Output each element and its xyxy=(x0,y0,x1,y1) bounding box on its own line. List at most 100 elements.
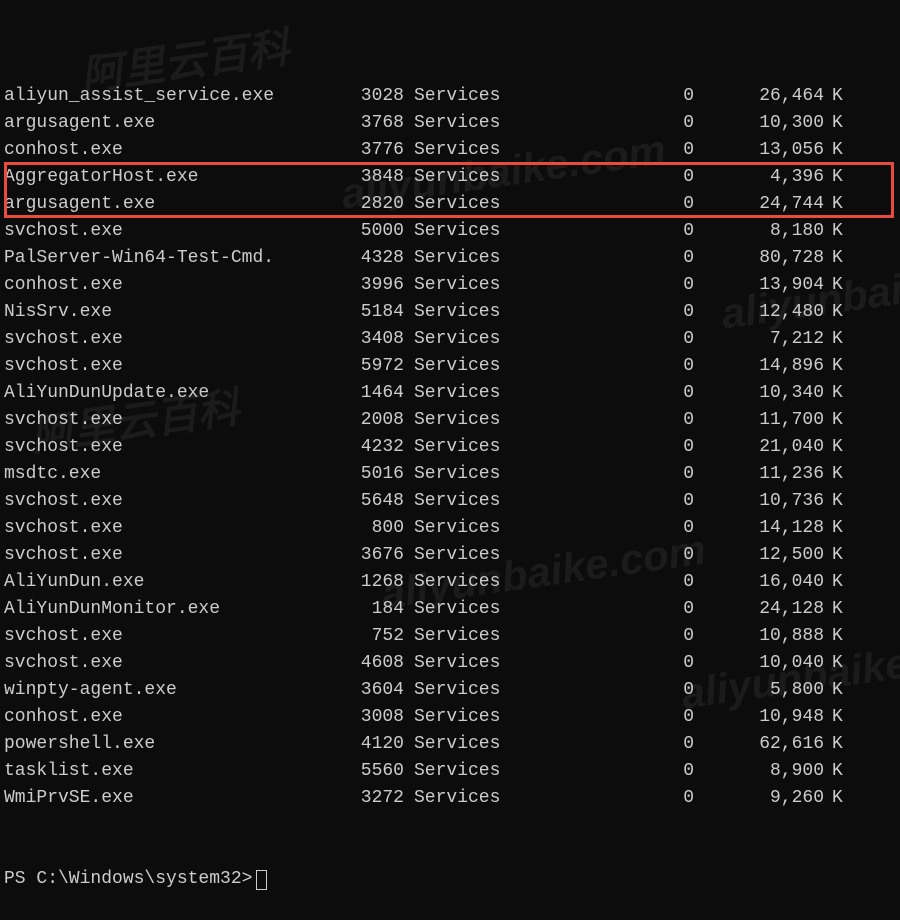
process-memory: 62,616 xyxy=(694,731,824,758)
process-memory-unit: K xyxy=(824,704,854,731)
process-pid: 752 xyxy=(344,623,404,650)
process-memory-unit: K xyxy=(824,326,854,353)
process-memory: 24,128 xyxy=(694,596,824,623)
process-session-num: 0 xyxy=(514,83,694,110)
process-memory: 10,040 xyxy=(694,650,824,677)
process-memory: 10,340 xyxy=(694,380,824,407)
process-row: AliYunDunMonitor.exe184Services024,128K xyxy=(4,596,896,623)
process-name: aliyun_assist_service.exe xyxy=(4,83,344,110)
process-session-num: 0 xyxy=(514,596,694,623)
process-session-num: 0 xyxy=(514,299,694,326)
prompt-text: PS C:\Windows\system32> xyxy=(4,866,252,893)
process-name: winpty-agent.exe xyxy=(4,677,344,704)
process-row: AggregatorHost.exe3848Services04,396K xyxy=(4,164,896,191)
process-name: svchost.exe xyxy=(4,515,344,542)
process-pid: 3776 xyxy=(344,137,404,164)
process-pid: 1268 xyxy=(344,569,404,596)
process-memory: 8,900 xyxy=(694,758,824,785)
process-session-num: 0 xyxy=(514,110,694,137)
process-session-num: 0 xyxy=(514,191,694,218)
process-pid: 3768 xyxy=(344,110,404,137)
process-memory-unit: K xyxy=(824,137,854,164)
process-name: NisSrv.exe xyxy=(4,299,344,326)
process-name: svchost.exe xyxy=(4,542,344,569)
process-row: svchost.exe800Services014,128K xyxy=(4,515,896,542)
process-memory: 12,480 xyxy=(694,299,824,326)
process-session: Services xyxy=(404,596,514,623)
process-session-num: 0 xyxy=(514,164,694,191)
process-session-num: 0 xyxy=(514,353,694,380)
process-session-num: 0 xyxy=(514,650,694,677)
process-memory: 11,700 xyxy=(694,407,824,434)
process-pid: 3996 xyxy=(344,272,404,299)
process-pid: 800 xyxy=(344,515,404,542)
process-session: Services xyxy=(404,110,514,137)
process-session: Services xyxy=(404,569,514,596)
process-memory-unit: K xyxy=(824,650,854,677)
process-memory-unit: K xyxy=(824,299,854,326)
process-memory: 21,040 xyxy=(694,434,824,461)
process-session: Services xyxy=(404,272,514,299)
process-row: AliYunDun.exe1268Services016,040K xyxy=(4,569,896,596)
process-memory-unit: K xyxy=(824,191,854,218)
process-session: Services xyxy=(404,137,514,164)
process-pid: 5648 xyxy=(344,488,404,515)
process-name: AliYunDunMonitor.exe xyxy=(4,596,344,623)
process-session-num: 0 xyxy=(514,407,694,434)
process-row: aliyun_assist_service.exe3028Services026… xyxy=(4,83,896,110)
process-memory-unit: K xyxy=(824,731,854,758)
process-memory-unit: K xyxy=(824,272,854,299)
process-session-num: 0 xyxy=(514,326,694,353)
process-pid: 4608 xyxy=(344,650,404,677)
process-memory: 14,896 xyxy=(694,353,824,380)
process-memory: 10,888 xyxy=(694,623,824,650)
process-session-num: 0 xyxy=(514,623,694,650)
process-memory: 7,212 xyxy=(694,326,824,353)
process-memory: 14,128 xyxy=(694,515,824,542)
process-session-num: 0 xyxy=(514,488,694,515)
process-row: argusagent.exe3768Services010,300K xyxy=(4,110,896,137)
process-session-num: 0 xyxy=(514,380,694,407)
process-row: conhost.exe3996Services013,904K xyxy=(4,272,896,299)
process-name: AliYunDun.exe xyxy=(4,569,344,596)
process-name: conhost.exe xyxy=(4,137,344,164)
process-memory-unit: K xyxy=(824,569,854,596)
process-session: Services xyxy=(404,650,514,677)
process-session-num: 0 xyxy=(514,758,694,785)
process-name: argusagent.exe xyxy=(4,110,344,137)
process-memory: 10,736 xyxy=(694,488,824,515)
process-session: Services xyxy=(404,515,514,542)
process-row: WmiPrvSE.exe3272Services09,260K xyxy=(4,785,896,812)
process-row: svchost.exe2008Services011,700K xyxy=(4,407,896,434)
process-row: msdtc.exe5016Services011,236K xyxy=(4,461,896,488)
process-memory: 9,260 xyxy=(694,785,824,812)
process-pid: 2820 xyxy=(344,191,404,218)
prompt-line[interactable]: PS C:\Windows\system32> xyxy=(4,866,896,893)
process-memory-unit: K xyxy=(824,380,854,407)
process-memory: 24,744 xyxy=(694,191,824,218)
process-memory: 11,236 xyxy=(694,461,824,488)
process-name: svchost.exe xyxy=(4,623,344,650)
process-session-num: 0 xyxy=(514,245,694,272)
process-row: svchost.exe3408Services07,212K xyxy=(4,326,896,353)
process-session-num: 0 xyxy=(514,704,694,731)
process-session: Services xyxy=(404,542,514,569)
process-pid: 4120 xyxy=(344,731,404,758)
process-row: svchost.exe5972Services014,896K xyxy=(4,353,896,380)
process-name: AggregatorHost.exe xyxy=(4,164,344,191)
process-session-num: 0 xyxy=(514,515,694,542)
process-session-num: 0 xyxy=(514,542,694,569)
process-pid: 4328 xyxy=(344,245,404,272)
process-memory-unit: K xyxy=(824,758,854,785)
process-session: Services xyxy=(404,623,514,650)
process-session: Services xyxy=(404,191,514,218)
process-memory: 8,180 xyxy=(694,218,824,245)
process-pid: 3272 xyxy=(344,785,404,812)
process-memory-unit: K xyxy=(824,623,854,650)
process-name: svchost.exe xyxy=(4,434,344,461)
process-session: Services xyxy=(404,704,514,731)
process-pid: 3008 xyxy=(344,704,404,731)
process-session: Services xyxy=(404,83,514,110)
process-session: Services xyxy=(404,353,514,380)
process-name: argusagent.exe xyxy=(4,191,344,218)
